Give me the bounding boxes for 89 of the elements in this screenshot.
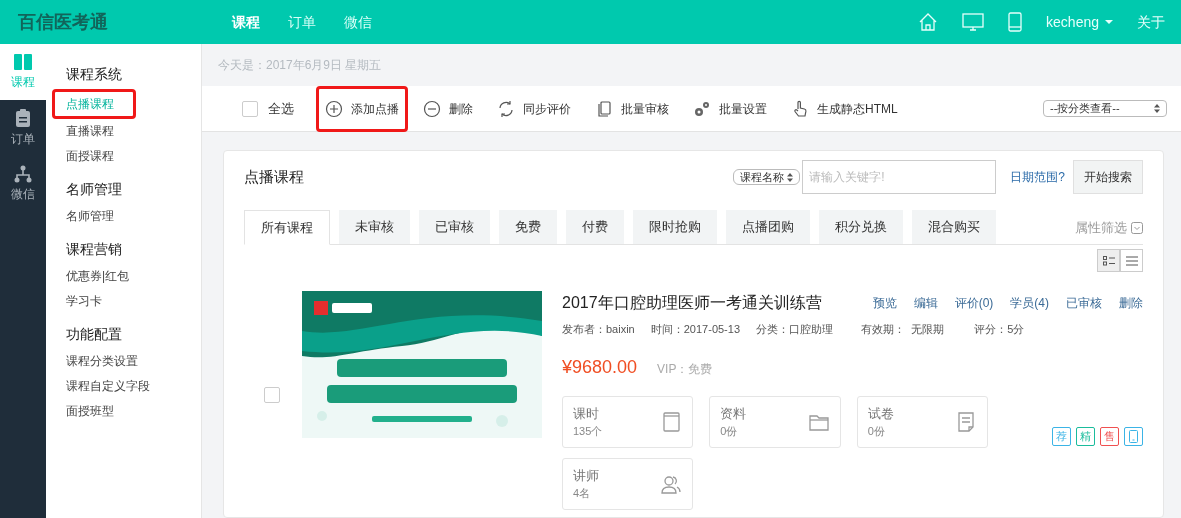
panel-title: 点播课程 [244, 166, 304, 187]
toolbar-button[interactable]: 批量审核 [586, 99, 678, 118]
stat-value: 4名 [573, 486, 592, 501]
date-range-link[interactable]: 日期范围? [1010, 168, 1065, 186]
toolbar-button[interactable]: 同步评价 [488, 99, 580, 118]
tag-badge: 荐 [1052, 426, 1071, 446]
toolbar-button[interactable]: 删除 [414, 99, 482, 118]
rail-item[interactable]: 订单 [0, 100, 46, 156]
plus-circle-icon [325, 99, 343, 118]
phone-icon[interactable] [1008, 12, 1023, 32]
filter-tab[interactable]: 积分兑换 [819, 210, 903, 244]
filter-tab[interactable]: 免费 [499, 210, 557, 244]
toolbar-button[interactable]: 生成静态HTML [782, 99, 907, 118]
select-all-label: 全选 [268, 99, 294, 118]
stat-value: 135个 [573, 424, 603, 439]
course-title: 2017年口腔助理医师一考通关训练营 [562, 293, 822, 313]
field-select[interactable]: 课程名称 [733, 169, 801, 185]
sidebar-heading: 功能配置 [66, 325, 123, 344]
course-meta: 时间：2017-05-13 [650, 322, 741, 337]
stat-value: 0份 [720, 424, 739, 439]
rail-label: 订单 [11, 131, 35, 148]
paper-icon [955, 410, 977, 433]
logo: 百信医考通 [17, 10, 109, 34]
search-button[interactable]: 开始搜索 [1073, 160, 1143, 194]
updown-icon [1154, 104, 1160, 113]
filter-tab[interactable]: 限时抢购 [633, 210, 717, 244]
filter-tab[interactable]: 未审核 [339, 210, 410, 244]
sidebar-item[interactable]: 课程分类设置 [66, 349, 201, 374]
tag-badge: 精 [1076, 426, 1095, 446]
sidebar-heading: 课程系统 [66, 65, 123, 84]
rail-label: 课程 [11, 74, 35, 91]
rail-item[interactable]: 微信 [0, 156, 46, 212]
sidebar-item[interactable]: 学习卡 [66, 289, 201, 314]
rail-label: 微信 [11, 186, 35, 203]
copy-icon [595, 99, 613, 118]
sidebar-item[interactable]: 面授班型 [66, 399, 201, 424]
sidebar-heading: 名师管理 [66, 180, 123, 199]
clipboard-icon [15, 108, 31, 128]
sidebar-item[interactable]: 课程自定义字段 [66, 374, 201, 399]
toolbar-button[interactable]: 添加点播 [316, 85, 408, 132]
sidebar-heading: 课程营销 [66, 240, 123, 259]
stat-label: 讲师 [573, 466, 599, 485]
stat-value: 0份 [867, 424, 886, 439]
course-action-link[interactable]: 评价(0) [954, 294, 994, 312]
category-select[interactable]: --按分类查看-- [1043, 100, 1167, 117]
book-icon [660, 410, 683, 433]
course-action-link[interactable]: 学员(4) [1010, 294, 1049, 312]
toolbar-button[interactable]: 批量设置 [684, 99, 776, 118]
stat-label: 资料 [720, 404, 747, 423]
network-icon [14, 165, 32, 183]
grid-view-button[interactable] [1097, 249, 1120, 272]
filter-tab[interactable]: 已审核 [419, 210, 490, 244]
date-text: 今天是：2017年6月9日 星期五 [217, 57, 383, 74]
sidebar-item[interactable]: 面授课程 [66, 144, 201, 169]
course-meta: 分类：口腔助理 [756, 322, 834, 337]
filter-tab[interactable]: 所有课程 [244, 210, 330, 245]
course-action-link[interactable]: 删除 [1119, 294, 1143, 312]
updown-icon [787, 172, 794, 182]
course-meta: 有效期： 无限期 [861, 322, 945, 337]
grid-icon [1102, 255, 1115, 266]
price: ¥9680.00 [562, 355, 638, 379]
stat-label: 试卷 [867, 404, 894, 423]
tag-badge: 售 [1100, 426, 1119, 446]
caret-icon [1105, 20, 1113, 24]
filter-tab[interactable]: 混合购买 [912, 210, 996, 244]
filter-tab[interactable]: 付费 [566, 210, 624, 244]
course-meta: 发布者：baixin [562, 322, 635, 337]
select-all-checkbox[interactable] [242, 100, 258, 117]
stat-label: 课时 [573, 404, 600, 423]
list-icon [1125, 255, 1138, 266]
phone-icon [1129, 429, 1138, 443]
filter-label: 属性筛选 [1075, 218, 1127, 237]
filter-tab[interactable]: 点播团购 [726, 210, 810, 244]
sidebar-item[interactable]: 优惠券|红包 [66, 264, 201, 289]
minus-circle-icon [423, 99, 441, 118]
course-action-link[interactable]: 已审核 [1066, 294, 1102, 312]
course-checkbox[interactable] [264, 387, 280, 403]
home-icon[interactable] [918, 12, 939, 32]
keyword-field[interactable]: 请输入关键字! [802, 160, 997, 194]
course-action-link[interactable]: 预览 [872, 294, 897, 312]
sidebar-item[interactable]: 名师管理 [66, 204, 201, 229]
book-icon [13, 53, 33, 71]
vip-price: VIP：免费 [657, 360, 713, 378]
sync-icon [497, 99, 515, 118]
monitor-icon[interactable] [962, 12, 985, 32]
chevron-down-icon[interactable] [1131, 221, 1143, 234]
course-action-link[interactable]: 编辑 [913, 294, 938, 312]
course-meta: 评分：5分 [974, 322, 1025, 337]
sidebar-item[interactable]: 直播课程 [66, 119, 201, 144]
